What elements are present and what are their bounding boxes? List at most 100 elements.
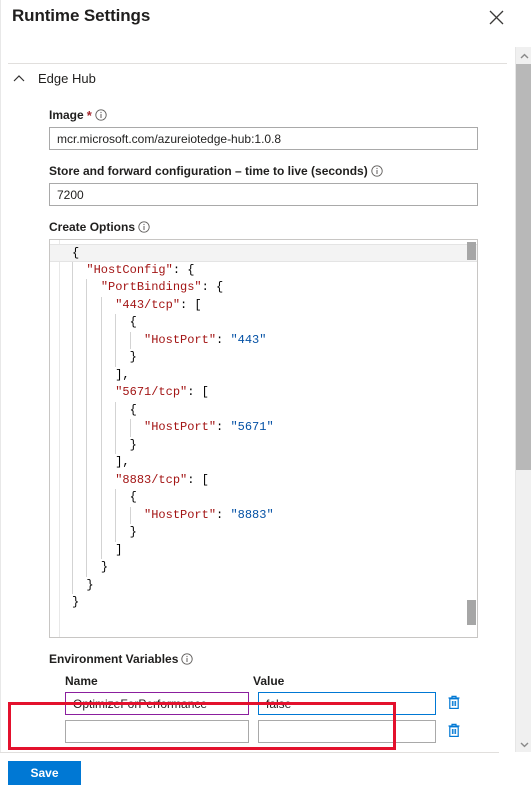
indent-guide bbox=[72, 279, 73, 297]
ttl-label: Store and forward configuration – time t… bbox=[49, 164, 515, 178]
info-icon[interactable] bbox=[138, 221, 150, 233]
indent-guide bbox=[86, 524, 88, 542]
image-label-text: Image bbox=[49, 108, 84, 122]
delete-env-var-button[interactable] bbox=[445, 694, 463, 714]
indent-guide bbox=[72, 471, 73, 489]
indent-guide bbox=[86, 506, 88, 524]
scrollbar-thumb[interactable] bbox=[516, 64, 531, 470]
save-button[interactable]: Save bbox=[8, 761, 81, 785]
indent-guide bbox=[86, 436, 88, 454]
info-icon[interactable] bbox=[95, 109, 107, 121]
indent-guide bbox=[86, 419, 88, 437]
panel-titlebar: Runtime Settings bbox=[0, 0, 515, 45]
code-token: "HostPort" bbox=[144, 332, 217, 347]
code-line: { bbox=[50, 314, 477, 332]
indent-guide bbox=[86, 454, 88, 472]
section-header-edge-hub[interactable]: Edge Hub bbox=[12, 71, 96, 86]
indent-guide bbox=[115, 489, 117, 507]
env-vars-rows bbox=[49, 692, 515, 743]
indent-guide bbox=[100, 296, 102, 314]
indent-guide bbox=[72, 314, 73, 332]
env-var-name-input[interactable] bbox=[65, 692, 249, 715]
code-token: : { bbox=[201, 280, 224, 294]
indent-guide bbox=[129, 506, 131, 524]
code-scroll-thumb-bottom[interactable] bbox=[467, 600, 476, 625]
indent-guide bbox=[72, 331, 73, 349]
code-token: "8883/tcp" bbox=[115, 472, 188, 487]
ttl-input[interactable] bbox=[49, 183, 478, 206]
code-token: { bbox=[72, 246, 80, 260]
code-scroll-thumb-top[interactable] bbox=[467, 242, 476, 260]
code-line: } bbox=[50, 436, 477, 454]
code-token: { bbox=[129, 402, 137, 417]
code-line: { bbox=[50, 489, 477, 507]
create-options-label-text: Create Options bbox=[49, 220, 136, 234]
env-var-value-input[interactable] bbox=[258, 720, 436, 743]
env-var-value-input[interactable] bbox=[258, 692, 436, 715]
env-vars-label-text: Environment Variables bbox=[49, 652, 179, 666]
indent-guide bbox=[72, 436, 73, 454]
indent-guide bbox=[86, 541, 88, 559]
indent-guide bbox=[100, 331, 102, 349]
trash-icon bbox=[447, 722, 461, 741]
indent-guide bbox=[86, 384, 88, 402]
code-editor-scrollbar[interactable] bbox=[464, 240, 477, 637]
indent-guide bbox=[100, 401, 102, 419]
env-vars-label: Environment Variables bbox=[49, 652, 515, 666]
env-vars-column-headers: Name Value bbox=[49, 674, 515, 688]
env-var-name-input[interactable] bbox=[65, 720, 249, 743]
scrollbar-down-button[interactable] bbox=[516, 735, 531, 752]
indent-guide bbox=[86, 296, 88, 314]
required-marker: * bbox=[86, 107, 92, 123]
create-options-code[interactable]: { "HostConfig": { "PortBindings": { "443… bbox=[50, 244, 477, 637]
create-options-editor[interactable]: { "HostConfig": { "PortBindings": { "443… bbox=[49, 239, 478, 638]
indent-guide bbox=[129, 419, 131, 437]
indent-guide bbox=[72, 524, 73, 542]
code-line: } bbox=[50, 349, 477, 367]
indent-guide bbox=[100, 314, 102, 332]
code-token: ] bbox=[115, 542, 123, 557]
info-icon[interactable] bbox=[181, 653, 194, 665]
indent-guide bbox=[100, 506, 102, 524]
indent-guide bbox=[129, 331, 131, 349]
code-token: "5671/tcp" bbox=[115, 385, 188, 399]
code-token: : bbox=[216, 332, 231, 347]
image-input[interactable] bbox=[49, 127, 478, 150]
info-icon[interactable] bbox=[371, 165, 383, 177]
indent-guide bbox=[100, 436, 102, 454]
code-line: ], bbox=[50, 454, 477, 472]
page-title: Runtime Settings bbox=[12, 6, 151, 25]
code-line: "8883/tcp": [ bbox=[50, 471, 477, 489]
code-token: } bbox=[86, 577, 94, 592]
indent-guide bbox=[100, 384, 102, 402]
scrollbar-up-button[interactable] bbox=[516, 47, 531, 64]
code-token: { bbox=[129, 315, 137, 329]
indent-guide bbox=[100, 366, 102, 384]
section-title: Edge Hub bbox=[38, 71, 96, 86]
indent-guide bbox=[86, 279, 88, 297]
indent-guide bbox=[100, 541, 102, 559]
indent-guide bbox=[115, 314, 117, 332]
code-token: : bbox=[216, 420, 231, 434]
delete-env-var-button[interactable] bbox=[445, 722, 463, 742]
code-token: "HostPort" bbox=[144, 420, 217, 434]
indent-guide bbox=[86, 471, 88, 489]
close-button[interactable] bbox=[483, 4, 509, 30]
code-line: { bbox=[50, 401, 477, 419]
indent-guide bbox=[115, 331, 117, 349]
indent-guide bbox=[115, 419, 117, 437]
indent-guide bbox=[86, 489, 88, 507]
env-var-row bbox=[65, 720, 515, 743]
indent-guide bbox=[86, 366, 88, 384]
code-line: { bbox=[50, 244, 477, 262]
code-token: : [ bbox=[180, 297, 202, 312]
code-token: "8883" bbox=[230, 507, 274, 522]
indent-guide bbox=[115, 349, 117, 367]
page-scrollbar[interactable] bbox=[515, 47, 531, 752]
